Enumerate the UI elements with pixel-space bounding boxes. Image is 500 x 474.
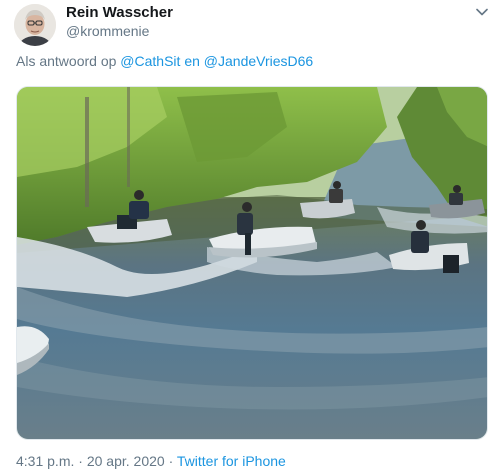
- more-options-button[interactable]: [474, 4, 490, 20]
- tweet-meta: 4:31 p.m. · 20 apr. 2020 · Twitter for i…: [16, 452, 286, 470]
- author-handle[interactable]: @krommenie: [66, 22, 149, 40]
- chevron-down-icon: [476, 8, 488, 16]
- reply-context: Als antwoord op @CathSit en @JandeVriesD…: [16, 52, 313, 70]
- tweet-date[interactable]: 20 apr. 2020: [87, 453, 165, 469]
- tweet-card: Rein Wasscher @krommenie Als antwoord op…: [0, 0, 500, 474]
- author-name[interactable]: Rein Wasscher: [66, 4, 173, 22]
- meta-separator: ·: [78, 453, 83, 469]
- tweet-source-link[interactable]: Twitter for iPhone: [177, 453, 286, 469]
- mention-link-jandevriesd66[interactable]: @JandeVriesD66: [204, 53, 313, 69]
- reply-prefix: Als antwoord op: [16, 53, 117, 69]
- avatar-image: [14, 4, 56, 46]
- tweet-time[interactable]: 4:31 p.m.: [16, 453, 74, 469]
- photo-boats-on-river: [17, 87, 487, 439]
- tweet-photo[interactable]: [16, 86, 488, 440]
- meta-separator: ·: [168, 453, 174, 469]
- avatar[interactable]: [14, 4, 56, 46]
- mention-link-cathsit[interactable]: @CathSit: [120, 53, 180, 69]
- reply-conjunction: en: [184, 53, 200, 69]
